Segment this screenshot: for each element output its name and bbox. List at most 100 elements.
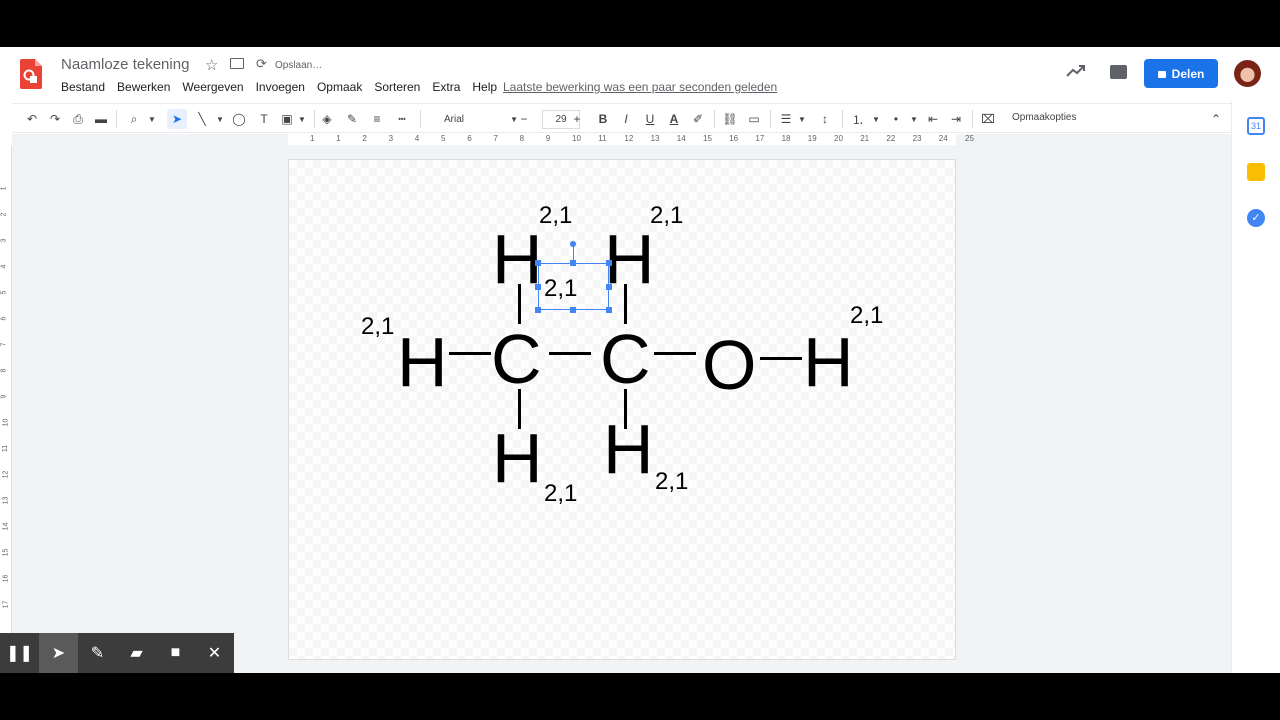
line-icon[interactable]: ╲ (192, 109, 212, 129)
drawing-page[interactable]: H H H C C O H H H 2,1 2,1 2,1 2,1 2,1 2,… (288, 159, 956, 660)
bond-c2-h-top[interactable] (624, 284, 627, 324)
pause-icon[interactable]: ❚❚ (0, 633, 39, 673)
avatar[interactable] (1234, 60, 1261, 87)
collapse-toolbar-icon[interactable]: ⌃ (1206, 109, 1226, 129)
bond-h-c1[interactable] (449, 352, 491, 355)
ruler-mark: 1 (310, 134, 315, 143)
paint-format-icon[interactable]: ▬ (91, 109, 111, 129)
clear-formatting-icon[interactable]: ⌧ (978, 109, 998, 129)
decrease-size-icon[interactable]: − (514, 109, 534, 129)
resize-handle-tr[interactable] (606, 260, 612, 266)
shape-icon[interactable]: ◯ (229, 109, 249, 129)
zoom-caret-icon[interactable]: ▼ (142, 109, 162, 129)
textbox-icon[interactable]: T (254, 109, 274, 129)
label-en-4[interactable]: 2,1 (850, 304, 883, 328)
select-pointer-icon[interactable]: ➤ (167, 109, 187, 129)
activity-dashboard-icon[interactable] (1066, 64, 1086, 78)
resize-handle-br[interactable] (606, 307, 612, 313)
atom-h-right[interactable]: H (803, 327, 854, 397)
ruler-mark: 12 (2, 470, 10, 479)
ruler-mark: 23 (912, 134, 922, 143)
align-caret-icon[interactable]: ▼ (792, 109, 812, 129)
decrease-indent-icon[interactable]: ⇤ (923, 109, 943, 129)
keep-icon[interactable] (1247, 163, 1265, 181)
selection-box[interactable] (538, 263, 609, 310)
label-en-1[interactable]: 2,1 (539, 204, 572, 228)
add-comment-icon[interactable]: ▭ (744, 109, 764, 129)
fill-color-icon[interactable]: ◈ (317, 109, 337, 129)
atom-h-left[interactable]: H (397, 327, 448, 397)
bond-c2-h-bottom[interactable] (624, 389, 627, 429)
bond-c1-h-bottom[interactable] (518, 389, 521, 429)
comment-icon[interactable] (1110, 65, 1127, 79)
atom-o[interactable]: O (702, 330, 756, 400)
undo-icon[interactable]: ↶ (22, 109, 42, 129)
print-icon[interactable]: ⎙ (68, 109, 88, 129)
link-icon[interactable]: ⛓ (720, 109, 740, 129)
menu-opmaak[interactable]: Opmaak (317, 80, 362, 94)
label-en-5[interactable]: 2,1 (544, 482, 577, 506)
border-color-icon[interactable]: ✎ (342, 109, 362, 129)
bond-o-h[interactable] (760, 357, 802, 360)
resize-handle-bl[interactable] (535, 307, 541, 313)
last-edit-link[interactable]: Laatste bewerking was een paar seconden … (503, 80, 777, 94)
eraser-icon[interactable]: ▰ (117, 633, 156, 673)
ruler-mark: 20 (834, 134, 843, 143)
document-title[interactable]: Naamloze tekening (61, 56, 189, 73)
menu-invoegen[interactable]: Invoegen (256, 80, 305, 94)
text-color-icon[interactable]: A (664, 109, 684, 129)
font-select[interactable]: Arial ▼ (432, 109, 522, 129)
increase-size-icon[interactable]: + (567, 109, 587, 129)
pointer-icon[interactable]: ➤ (39, 633, 78, 673)
bulleted-caret-icon[interactable]: ▼ (904, 109, 924, 129)
resize-handle-b[interactable] (570, 307, 576, 313)
menu-bestand[interactable]: Bestand (61, 80, 105, 94)
bond-c2-o[interactable] (654, 352, 696, 355)
format-options-button[interactable]: Opmaakopties (1012, 112, 1076, 123)
highlight-icon[interactable]: ✐ (688, 109, 708, 129)
bond-c1-h-top[interactable] (518, 284, 521, 324)
underline-icon[interactable]: U (640, 109, 660, 129)
toolbar: ↶ ↷ ⎙ ▬ ⌕ ▼ ➤ ╲ ▼ ◯ T ▣ ▼ ◈ ✎ ≡ ┅ Arial … (12, 103, 1231, 133)
bond-c1-c2[interactable] (549, 352, 591, 355)
resize-handle-l[interactable] (535, 284, 541, 290)
share-button[interactable]: Delen (1144, 59, 1218, 88)
resize-handle-tl[interactable] (535, 260, 541, 266)
image-caret-icon[interactable]: ▼ (292, 109, 312, 129)
redo-icon[interactable]: ↷ (45, 109, 65, 129)
resize-handle-r[interactable] (606, 284, 612, 290)
zoom-icon[interactable]: ⌕ (124, 109, 144, 129)
atom-c2[interactable]: C (600, 324, 651, 394)
move-folder-icon[interactable] (230, 58, 244, 69)
border-weight-icon[interactable]: ≡ (367, 109, 387, 129)
label-en-6[interactable]: 2,1 (655, 470, 688, 494)
numbered-caret-icon[interactable]: ▼ (866, 109, 886, 129)
italic-icon[interactable]: I (616, 109, 636, 129)
border-dash-icon[interactable]: ┅ (392, 109, 412, 129)
pen-icon[interactable]: ✎ (78, 633, 117, 673)
rotation-handle[interactable] (570, 241, 576, 247)
label-en-2[interactable]: 2,1 (650, 204, 683, 228)
label-en-3[interactable]: 2,1 (361, 315, 394, 339)
drawings-logo[interactable] (20, 59, 42, 89)
resize-handle-t[interactable] (570, 260, 576, 266)
calendar-icon[interactable]: 31 (1247, 117, 1265, 135)
line-spacing-icon[interactable]: ↕ (815, 109, 835, 129)
bold-icon[interactable]: B (593, 109, 613, 129)
atom-h-bottom-right[interactable]: H (603, 414, 654, 484)
menu-bewerken[interactable]: Bewerken (117, 80, 170, 94)
camera-icon[interactable]: ■ (156, 633, 195, 673)
numbered-list-icon[interactable]: ⒈ (848, 109, 868, 129)
atom-c1[interactable]: C (491, 324, 542, 394)
menu-extra[interactable]: Extra (432, 80, 460, 94)
close-icon[interactable]: ✕ (195, 633, 234, 673)
tasks-icon[interactable]: ✓ (1247, 209, 1265, 227)
line-caret-icon[interactable]: ▼ (210, 109, 230, 129)
menu-sorteren[interactable]: Sorteren (374, 80, 420, 94)
bulleted-list-icon[interactable]: • (886, 109, 906, 129)
atom-h-bottom-left[interactable]: H (492, 423, 543, 493)
menu-weergeven[interactable]: Weergeven (182, 80, 243, 94)
increase-indent-icon[interactable]: ⇥ (946, 109, 966, 129)
menu-help[interactable]: Help (472, 80, 497, 94)
star-icon[interactable]: ☆ (205, 56, 218, 74)
